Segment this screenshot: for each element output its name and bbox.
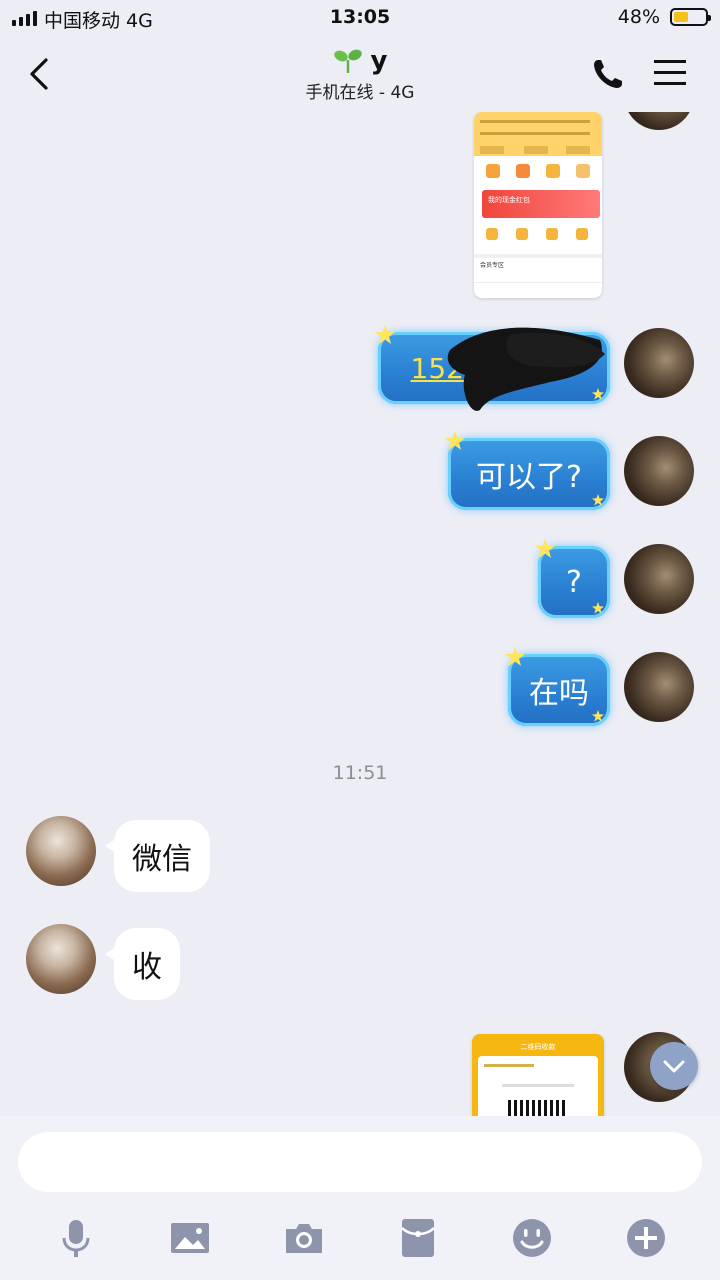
image-icon[interactable]: [168, 1216, 212, 1260]
message-bubble[interactable]: 在吗: [505, 647, 610, 726]
qr-code: [508, 1100, 568, 1116]
message-input[interactable]: [18, 1132, 702, 1192]
menu-icon[interactable]: [654, 58, 686, 88]
star-icon: [375, 325, 395, 344]
input-toolbar: [0, 1216, 720, 1260]
chat-header: y 手机在线 - 4G: [0, 36, 720, 112]
redaction-scribble: [447, 327, 605, 411]
input-bar: [0, 1116, 720, 1280]
star-icon: [592, 710, 604, 722]
star-icon: [445, 431, 465, 450]
emoji-icon[interactable]: [510, 1216, 554, 1260]
avatar[interactable]: [26, 816, 96, 886]
message-list[interactable]: 我的现金红包 会员专区 152624 可以了? ? 在吗 11:5: [0, 112, 720, 1116]
avatar[interactable]: [624, 328, 694, 398]
star-icon: [592, 494, 604, 506]
message-bubble[interactable]: ?: [535, 539, 610, 618]
message-text: 微信: [132, 842, 192, 877]
avatar[interactable]: [624, 112, 694, 130]
avatar[interactable]: [624, 544, 694, 614]
message-bubble[interactable]: 微信: [105, 820, 210, 892]
star-icon: [592, 602, 604, 614]
message-text: 在吗: [529, 676, 589, 711]
scroll-to-bottom-button[interactable]: [650, 1042, 698, 1090]
message-text: 收: [132, 950, 162, 985]
sprout-icon: [333, 49, 362, 73]
plus-icon[interactable]: [624, 1216, 668, 1260]
phone-call-icon[interactable]: [590, 56, 626, 92]
clock: 13:05: [329, 6, 391, 28]
avatar[interactable]: [26, 924, 96, 994]
qr-screenshot-title: 二维码收款: [520, 1043, 556, 1051]
battery-percent: 48%: [617, 6, 660, 28]
message-bubble[interactable]: 收: [105, 928, 180, 1000]
star-icon: [505, 647, 525, 666]
status-bar: 中国移动 4G 13:05 48%: [0, 0, 720, 36]
chevron-down-icon: [663, 1060, 685, 1073]
promo-banner-text: 我的现金红包: [488, 196, 530, 204]
message-bubble[interactable]: 可以了?: [445, 431, 610, 510]
red-packet-icon[interactable]: [396, 1216, 440, 1260]
message-text: ?: [566, 564, 582, 600]
camera-icon[interactable]: [282, 1216, 326, 1260]
image-message[interactable]: 二维码收款: [472, 1034, 604, 1116]
message-text: 可以了?: [476, 460, 582, 495]
star-icon: [535, 539, 555, 558]
avatar[interactable]: [624, 436, 694, 506]
microphone-icon[interactable]: [54, 1216, 98, 1260]
image-message[interactable]: 我的现金红包 会员专区: [474, 112, 602, 298]
section-label: 会员专区: [480, 262, 505, 269]
timestamp: 11:51: [332, 762, 388, 784]
battery-icon: [670, 8, 711, 26]
avatar[interactable]: [624, 652, 694, 722]
contact-name: y: [370, 46, 388, 76]
